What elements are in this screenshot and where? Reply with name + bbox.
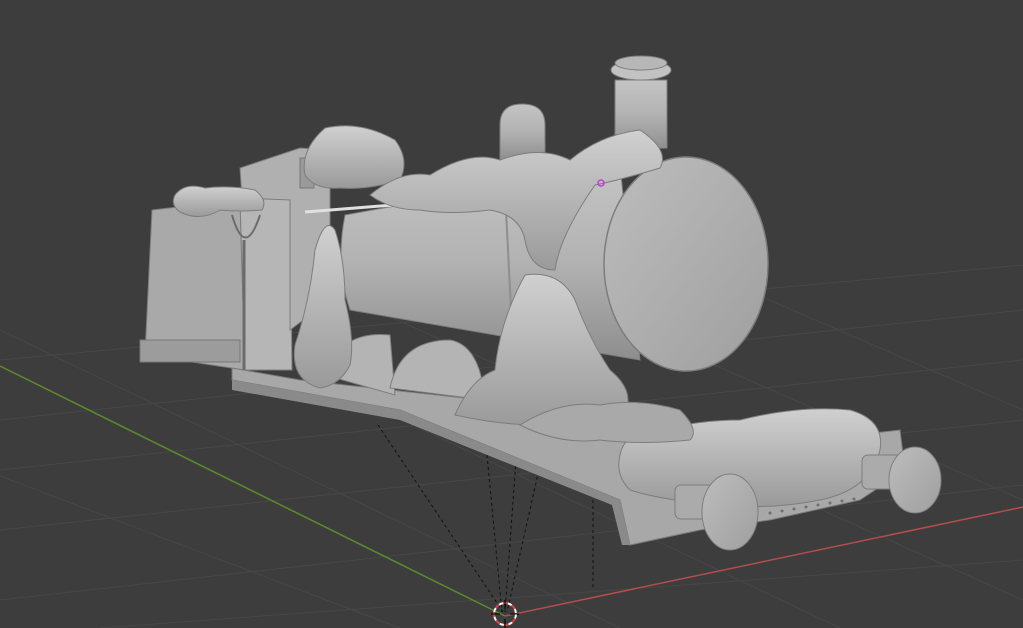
smokebox-door[interactable] — [603, 156, 769, 372]
blob-cab-roof[interactable] — [303, 125, 405, 189]
viewport-canvas[interactable] — [0, 0, 1023, 628]
tender-side[interactable] — [239, 189, 293, 371]
tender-base — [139, 339, 241, 363]
x-axis-line — [504, 506, 1023, 617]
steam-dome[interactable] — [499, 103, 546, 161]
3d-cursor-icon[interactable] — [491, 600, 519, 628]
locomotive-mesh[interactable] — [139, 55, 942, 551]
buffer-left[interactable] — [701, 473, 759, 551]
3d-viewport[interactable] — [0, 0, 1023, 628]
chimney-top — [614, 55, 668, 71]
buffer-right[interactable] — [888, 446, 942, 514]
